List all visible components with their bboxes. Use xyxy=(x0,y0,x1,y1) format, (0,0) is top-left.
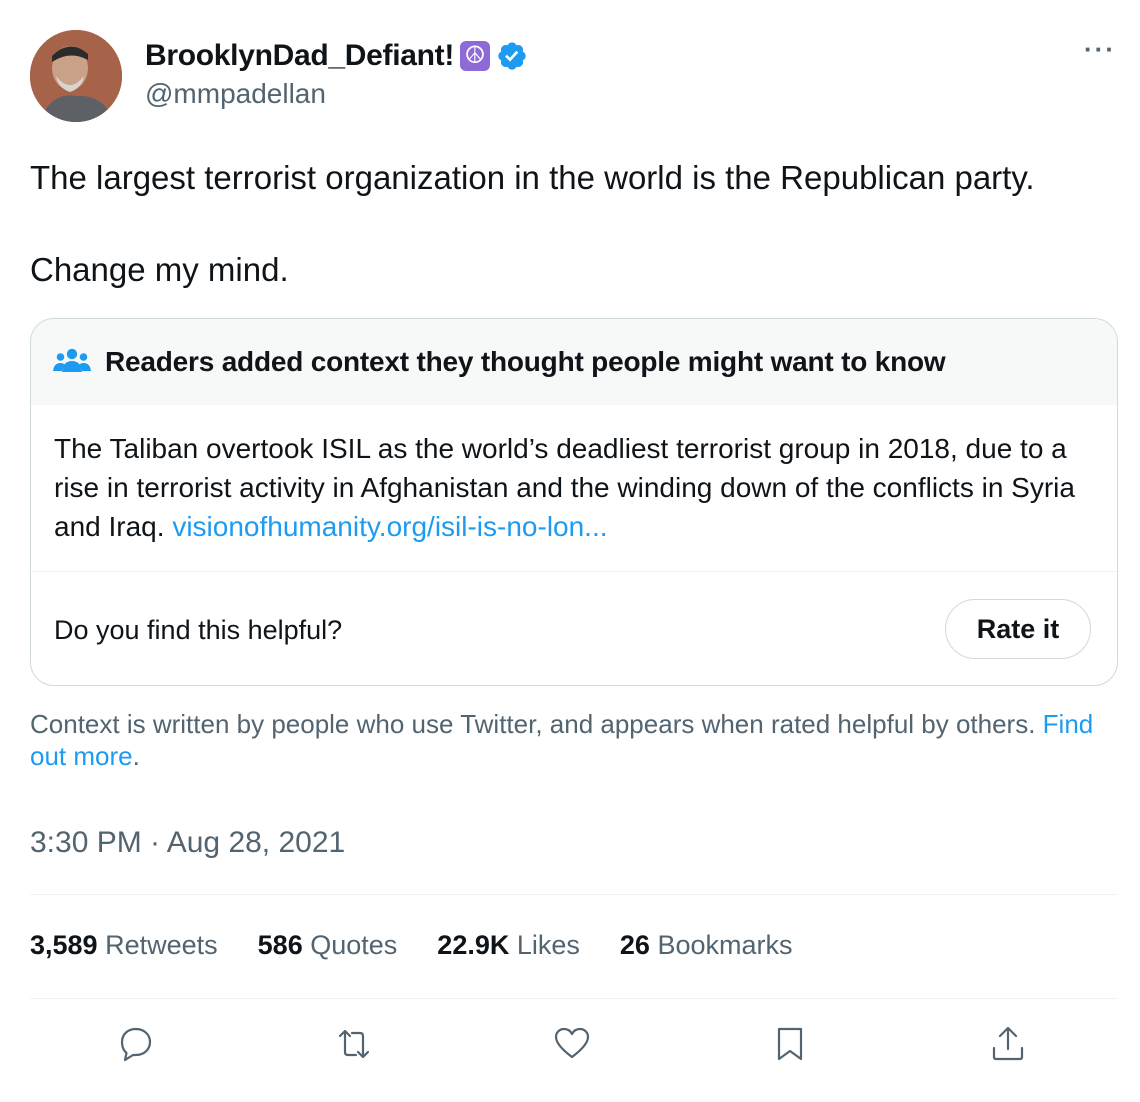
people-group-icon xyxy=(53,348,91,372)
share-icon[interactable] xyxy=(988,1024,1032,1068)
note-divider xyxy=(31,571,1117,572)
tweet-timestamp[interactable]: 3:30 PM · Aug 28, 2021 xyxy=(30,826,345,860)
author-handle[interactable]: @mmpadellan xyxy=(145,78,326,110)
divider-top xyxy=(30,894,1118,895)
tweet-line-2: Change my mind. xyxy=(30,251,289,288)
retweet-icon[interactable] xyxy=(334,1024,378,1068)
community-note-body: The Taliban overtook ISIL as the world’s… xyxy=(54,429,1094,546)
community-note-header: Readers added context they thought peopl… xyxy=(31,319,1117,405)
more-options-icon[interactable]: ··· xyxy=(1084,34,1116,65)
context-footer-period: . xyxy=(132,741,140,771)
context-footer: Context is written by people who use Twi… xyxy=(30,708,1110,772)
author-display-name[interactable]: BrooklynDad_Defiant! xyxy=(145,39,454,73)
stat-label: Likes xyxy=(516,930,580,960)
tweet-line-1: The largest terrorist organization in th… xyxy=(30,159,1035,196)
stat-label: Retweets xyxy=(105,930,218,960)
community-note-source-link[interactable]: visionofhumanity.org/isil-is-no-lon... xyxy=(172,511,607,542)
stat-likes[interactable]: 22.9K Likes xyxy=(437,930,580,961)
engagement-stats: 3,589 Retweets 586 Quotes 22.9K Likes 26… xyxy=(30,930,793,961)
reply-icon[interactable] xyxy=(116,1024,160,1068)
divider-bottom xyxy=(30,998,1118,999)
bookmark-icon[interactable] xyxy=(770,1024,814,1068)
stat-count: 22.9K xyxy=(437,930,510,960)
stat-label: Quotes xyxy=(310,930,398,960)
stat-quotes[interactable]: 586 Quotes xyxy=(258,930,398,961)
community-note-card: Readers added context they thought peopl… xyxy=(30,318,1118,686)
community-note-title: Readers added context they thought peopl… xyxy=(105,346,946,377)
like-icon[interactable] xyxy=(552,1024,596,1068)
avatar[interactable] xyxy=(30,30,122,122)
verified-badge-icon xyxy=(498,42,526,70)
peace-emoji-icon: ☮ xyxy=(460,41,491,71)
stat-bookmarks[interactable]: 26 Bookmarks xyxy=(620,930,793,961)
context-footer-text: Context is written by people who use Twi… xyxy=(30,709,1043,739)
stat-retweets[interactable]: 3,589 Retweets xyxy=(30,930,218,961)
stat-count: 586 xyxy=(257,930,303,960)
stat-label: Bookmarks xyxy=(657,930,793,960)
author-name-row[interactable]: BrooklynDad_Defiant! ☮ xyxy=(145,36,528,76)
avatar-image xyxy=(30,30,122,122)
helpful-question: Do you find this helpful? xyxy=(54,615,343,645)
stat-count: 3,589 xyxy=(30,930,98,960)
tweet-text: The largest terrorist organization in th… xyxy=(30,158,1120,290)
stat-count: 26 xyxy=(619,930,650,960)
rate-it-button[interactable]: Rate it xyxy=(945,599,1091,659)
action-bar xyxy=(0,1024,1140,1068)
